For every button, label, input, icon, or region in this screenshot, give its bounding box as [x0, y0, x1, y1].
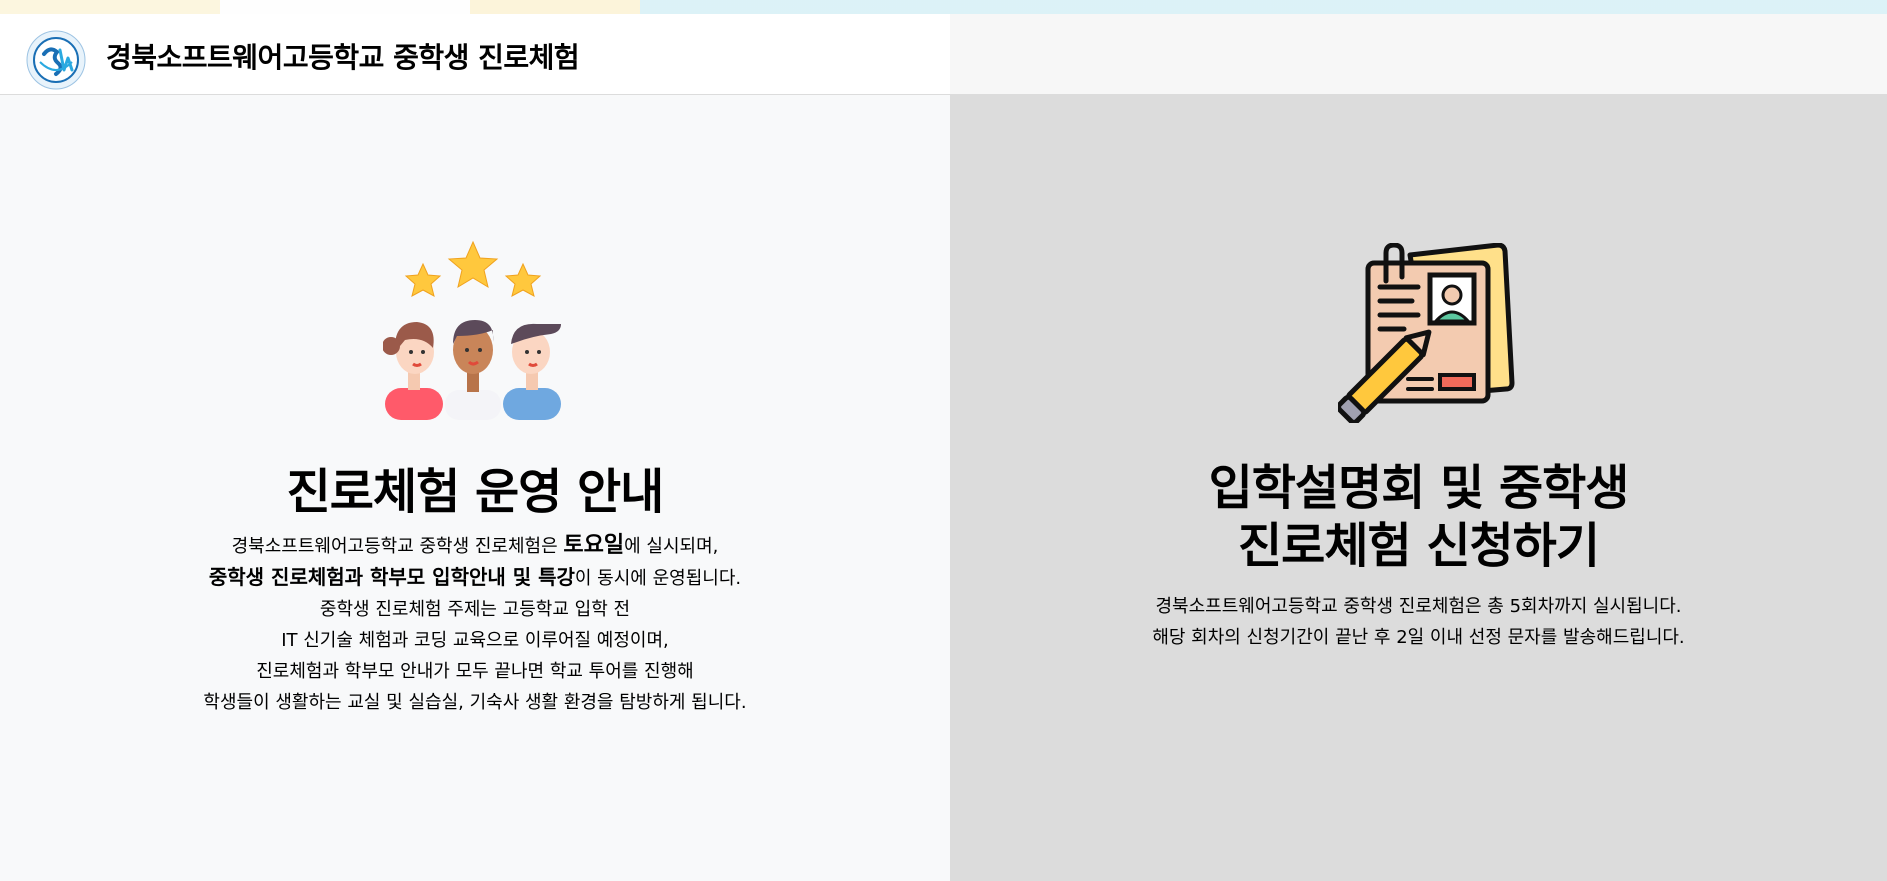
application-heading-line-1: 입학설명회 및 중학생	[1208, 460, 1630, 516]
body-line-6: 학생들이 생활하는 교실 및 실습실, 기숙사 생활 환경을 탐방하게 됩니다.	[203, 692, 747, 713]
body-line-3: 중학생 진로체험 주제는 고등학교 입학 전	[319, 599, 631, 620]
site-title[interactable]: 경북소프트웨어고등학교 중학생 진로체험	[106, 36, 580, 76]
operation-guide-body: 경북소프트웨어고등학교 중학생 진로체험은 토요일에 실시되며, 중학생 진로체…	[0, 530, 950, 718]
body-line-1: 경북소프트웨어고등학교 중학생 진로체험은 토요일에 실시되며,	[0, 530, 950, 562]
application-heading-line-2: 진로체험 신청하기	[1238, 518, 1600, 574]
body-line-5: 진로체험과 학부모 안내가 모두 끝나면 학교 투어를 진행해	[256, 661, 694, 682]
header-right	[950, 14, 1887, 94]
application-line-1: 경북소프트웨어고등학교 중학생 진로체험은 총 5회차까지 실시됩니다.	[1155, 596, 1682, 617]
operation-guide-panel[interactable]: 진로체험 운영 안내 경북소프트웨어고등학교 중학생 진로체험은 토요일에 실시…	[0, 95, 950, 881]
operation-guide-heading: 진로체험 운영 안내	[286, 464, 665, 520]
header-left: 경북소프트웨어고등학교 중학생 진로체험	[0, 14, 950, 94]
body-line-4: IT 신기술 체험과 코딩 교육으로 이루어질 예정이며,	[281, 630, 669, 651]
body-line-2-part-b: 이 동시에 운영됩니다.	[574, 568, 742, 589]
saturday-highlight: 토요일	[563, 533, 625, 558]
application-line-2: 해당 회차의 신청기간이 끝난 후 2일 이내 선정 문자를 발송해드립니다.	[1152, 627, 1685, 648]
application-heading: 입학설명회 및 중학생 진로체험 신청하기	[950, 459, 1887, 575]
body-line-1-part-a: 경북소프트웨어고등학교 중학생 진로체험은	[231, 536, 564, 557]
body-line-2: 중학생 진로체험과 학부모 입학안내 및 특강이 동시에 운영됩니다.	[0, 562, 950, 594]
people-stars-icon	[383, 240, 561, 420]
application-panel[interactable]: 입학설명회 및 중학생 진로체험 신청하기 경북소프트웨어고등학교 중학생 진로…	[950, 95, 1887, 881]
body-line-1-part-c: 에 실시되며,	[624, 536, 719, 557]
site-header: 경북소프트웨어고등학교 중학생 진로체험	[0, 0, 1887, 95]
program-highlight: 중학생 진로체험과 학부모 입학안내 및 특강	[208, 565, 575, 589]
school-logo-icon[interactable]	[26, 30, 86, 90]
application-body: 경북소프트웨어고등학교 중학생 진로체험은 총 5회차까지 실시됩니다. 해당 …	[950, 591, 1887, 653]
application-form-icon	[1338, 243, 1515, 423]
